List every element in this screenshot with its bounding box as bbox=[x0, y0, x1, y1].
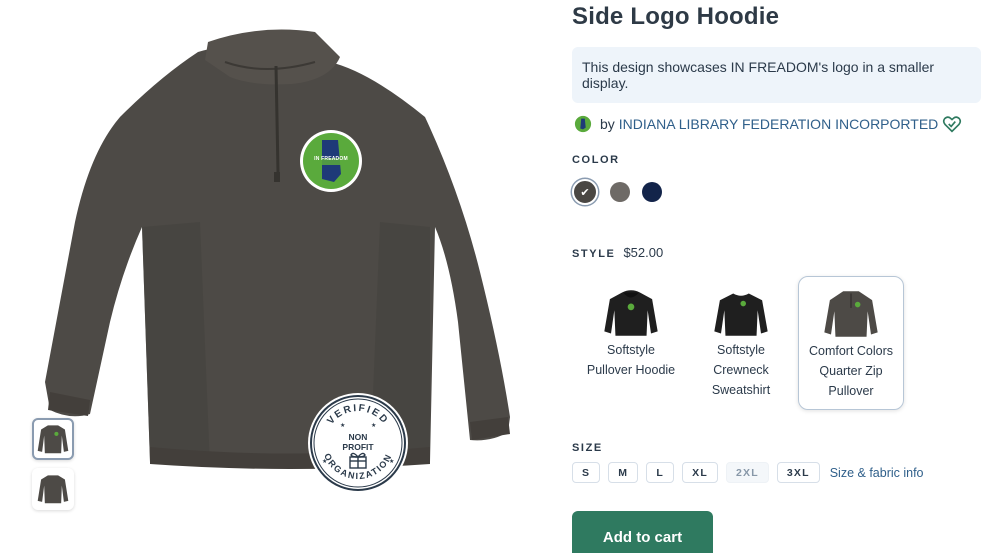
color-swatches: ✔ bbox=[572, 179, 992, 205]
size-fabric-info-link[interactable]: Size & fabric info bbox=[830, 466, 924, 480]
organization-link[interactable]: INDIANA LIBRARY FEDERATION INCORPORTED bbox=[619, 116, 938, 132]
badge-star-icon: ★ bbox=[371, 422, 376, 429]
style-option-name: Softstyle Pullover Hoodie bbox=[586, 343, 676, 377]
badge-star-icon: ★ bbox=[322, 458, 327, 465]
sweatshirt-icon bbox=[714, 293, 768, 336]
logo-text: IN FREADOM bbox=[314, 156, 348, 162]
checkmark-icon: ✔ bbox=[580, 186, 590, 199]
style-header: STYLE $52.00 bbox=[572, 245, 992, 260]
size-button-l[interactable]: L bbox=[646, 462, 675, 483]
hoodie-icon bbox=[604, 290, 658, 336]
badge-middle-1: NON bbox=[349, 432, 368, 442]
quarter-zip-pullover-image bbox=[45, 29, 510, 469]
badge-star-icon: ★ bbox=[340, 422, 345, 429]
style-option-crewneck-sweatshirt[interactable]: Softstyle Crewneck Sweatshirt bbox=[688, 276, 794, 410]
favorite-heart-icon[interactable] bbox=[942, 115, 962, 133]
product-description: This design showcases IN FREADOM's logo … bbox=[572, 47, 981, 103]
size-button-2xl[interactable]: 2XL bbox=[726, 462, 769, 483]
color-swatch-grey[interactable] bbox=[610, 182, 630, 202]
seller-row: by INDIANA LIBRARY FEDERATION INCORPORTE… bbox=[572, 113, 992, 135]
style-option-pullover-hoodie[interactable]: Softstyle Pullover Hoodie bbox=[578, 276, 684, 410]
price: $52.00 bbox=[623, 245, 664, 260]
style-option-name: Softstyle Crewneck Sweatshirt bbox=[711, 343, 771, 397]
size-button-xl[interactable]: XL bbox=[682, 462, 718, 483]
organization-logo-icon bbox=[574, 115, 592, 133]
style-options: Softstyle Pullover Hoodie Softstyle Crew… bbox=[578, 276, 992, 410]
product-image: IN FREADOM bbox=[30, 22, 530, 492]
verified-nonprofit-badge: VERIFIED ORGANIZATION NON PROFIT ★ ★ ★ ★ bbox=[306, 391, 410, 495]
by-label: by bbox=[600, 116, 615, 132]
size-button-s[interactable]: S bbox=[572, 462, 601, 483]
size-button-3xl[interactable]: 3XL bbox=[776, 462, 820, 483]
product-details: Side Logo Hoodie This design showcases I… bbox=[572, 0, 992, 553]
size-label: SIZE bbox=[572, 442, 603, 454]
color-label: COLOR bbox=[572, 154, 620, 166]
style-label: STYLE bbox=[572, 248, 616, 260]
badge-middle-2: PROFIT bbox=[342, 442, 374, 452]
add-to-cart-button[interactable]: Add to cart bbox=[572, 511, 713, 553]
style-option-quarter-zip[interactable]: Comfort Colors Quarter Zip Pullover bbox=[798, 276, 904, 410]
size-options: S M L XL 2XL 3XL Size & fabric info bbox=[572, 462, 992, 483]
product-title: Side Logo Hoodie bbox=[572, 3, 780, 30]
quarter-zip-icon bbox=[824, 291, 878, 337]
color-swatch-navy[interactable] bbox=[642, 182, 662, 202]
badge-seal-icon: VERIFIED ORGANIZATION NON PROFIT ★ ★ ★ ★ bbox=[308, 393, 408, 493]
size-button-m[interactable]: M bbox=[608, 462, 639, 483]
style-option-name: Comfort Colors Quarter Zip Pullover bbox=[808, 344, 894, 398]
color-swatch-pepper[interactable]: ✔ bbox=[572, 179, 598, 205]
badge-star-icon: ★ bbox=[389, 458, 394, 465]
